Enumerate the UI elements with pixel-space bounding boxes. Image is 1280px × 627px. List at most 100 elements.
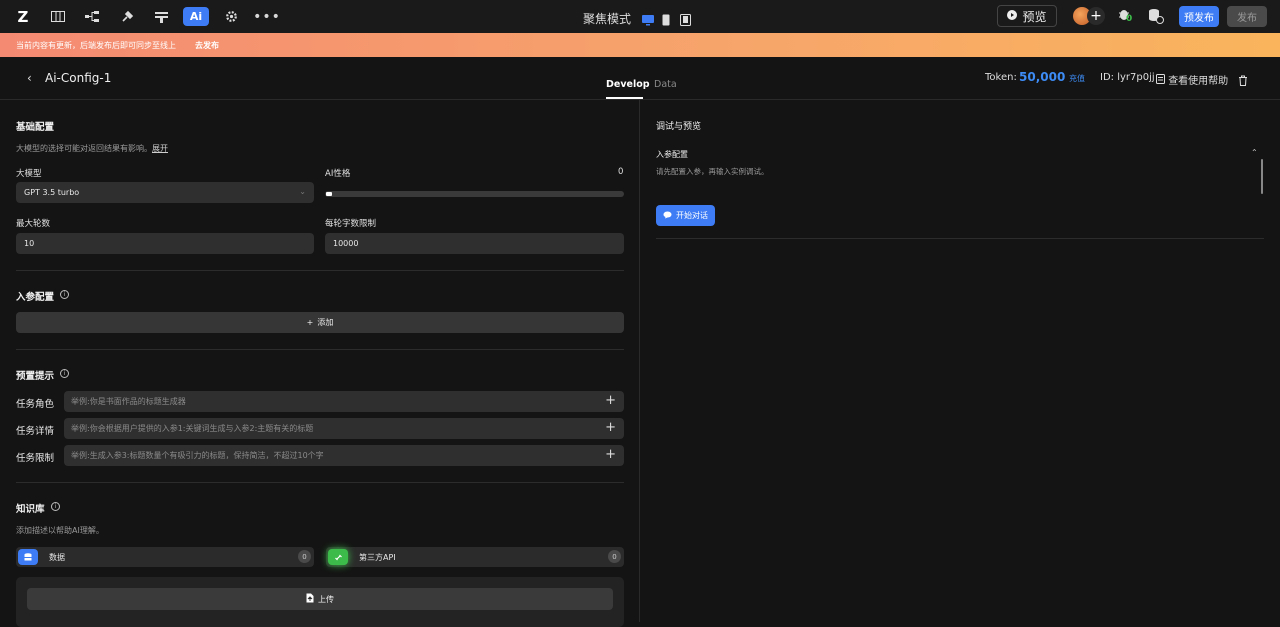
knowledge-data-count: 0 — [298, 550, 311, 563]
update-banner: 当前内容有更新，后端发布后即可同步至线上 去发布 — [0, 33, 1280, 57]
link-icon — [328, 549, 348, 565]
divider — [16, 270, 624, 271]
basic-desc-text: 大模型的选择可能对返回结果有影响。 — [16, 144, 152, 153]
token-label: Token: — [985, 72, 1017, 83]
knowledge-data-card[interactable]: 数据 0 — [16, 547, 314, 567]
more-icon[interactable]: ••• — [253, 7, 280, 26]
plugin-icon[interactable] — [114, 7, 140, 26]
publish-button[interactable]: 发布 — [1227, 6, 1267, 27]
scrollbar[interactable] — [1261, 159, 1263, 194]
prompts-title: 预置提示 — [16, 371, 55, 382]
words-input[interactable]: 10000 — [325, 233, 624, 254]
task-detail-placeholder: 举例:你会根据用户提供的入参1:关键词生成与入参2:主题有关的标题 — [71, 424, 314, 433]
debug-title: 调试与预览 — [656, 122, 702, 132]
task-limit-placeholder: 举例:生成入参3:标题数量个有吸引力的标题，保持简洁，不超过10个字 — [71, 451, 324, 460]
ai-icon[interactable]: Ai — [183, 7, 209, 26]
config-id: ID: lyr7p0jj — [1100, 72, 1155, 83]
task-role-input[interactable]: 举例:你是书面作品的标题生成器 + — [64, 391, 624, 412]
plus-icon: + — [306, 318, 314, 327]
knowledge-api-label: 第三方API — [359, 552, 396, 562]
flow-icon[interactable] — [79, 7, 105, 26]
basic-config-desc: 大模型的选择可能对返回结果有影响。展开 — [16, 143, 168, 154]
slider-handle[interactable] — [326, 192, 332, 196]
knowledge-desc: 添加描述以帮助AI理解。 — [16, 526, 104, 535]
words-label: 每轮字数限制 — [325, 219, 377, 229]
database-icon — [18, 549, 38, 565]
upload-button[interactable]: 上传 — [27, 588, 613, 610]
active-tab-indicator — [606, 97, 643, 99]
model-select[interactable]: GPT 3.5 turbo ⌄ — [16, 182, 314, 203]
model-label: 大模型 — [16, 169, 42, 179]
divider — [16, 482, 624, 483]
desktop-view-icon[interactable] — [642, 11, 654, 26]
collapse-icon[interactable]: ⌃ — [1251, 148, 1258, 157]
layout-icon[interactable] — [148, 7, 174, 26]
preview-label: 预览 — [1022, 9, 1047, 24]
add-collaborator-icon[interactable]: + — [1087, 7, 1105, 25]
task-role-placeholder: 举例:你是书面作品的标题生成器 — [71, 397, 186, 406]
tab-develop[interactable]: Develop — [606, 79, 650, 90]
debug-count: 0 — [1126, 14, 1133, 24]
info-icon[interactable]: i — [51, 502, 60, 511]
back-icon[interactable]: ‹ — [27, 71, 32, 85]
start-chat-button[interactable]: 开始对话 — [656, 205, 715, 226]
personality-label: AI性格 — [325, 169, 351, 179]
tablet-view-icon[interactable] — [680, 11, 692, 26]
knowledge-api-card[interactable]: 第三方API 0 — [326, 547, 624, 567]
knowledge-title: 知识库 — [16, 504, 45, 515]
task-detail-label: 任务详情 — [16, 426, 55, 437]
divider — [16, 349, 624, 350]
focus-mode-label[interactable]: 聚焦模式 — [583, 10, 631, 27]
basic-config-title: 基础配置 — [16, 122, 55, 133]
expand-link[interactable]: 展开 — [152, 144, 168, 153]
config-panel: 基础配置 大模型的选择可能对返回结果有影响。展开 大模型 GPT 3.5 tur… — [0, 100, 640, 627]
task-limit-input[interactable]: 举例:生成入参3:标题数量个有吸引力的标题，保持简洁，不超过10个字 + — [64, 445, 624, 466]
prepublish-button[interactable]: 预发布 — [1179, 6, 1219, 27]
debug-params-title: 入参配置 — [656, 150, 688, 159]
play-icon — [1007, 9, 1018, 23]
trash-icon[interactable] — [1238, 71, 1248, 86]
settings-icon[interactable] — [218, 7, 244, 26]
tab-data[interactable]: Data — [654, 79, 677, 90]
task-role-label: 任务角色 — [16, 399, 55, 410]
rounds-label: 最大轮数 — [16, 219, 51, 229]
start-chat-label: 开始对话 — [676, 211, 708, 220]
add-label: 添加 — [317, 318, 334, 327]
help-link[interactable]: 查看使用帮助 — [1156, 72, 1228, 87]
task-detail-input[interactable]: 举例:你会根据用户提供的入参1:关键词生成与入参2:主题有关的标题 + — [64, 418, 624, 439]
plus-icon[interactable]: + — [605, 420, 616, 435]
personality-slider[interactable] — [325, 191, 624, 197]
debug-preview-panel: 调试与预览 入参配置 ⌃ 请先配置入参，再输入实例调试。 开始对话 — [640, 100, 1280, 622]
help-doc-icon — [1156, 74, 1168, 87]
task-limit-label: 任务限制 — [16, 453, 55, 464]
token-value: 50,000 — [1019, 70, 1066, 84]
page-header: ‹ Ai-Config-1 Develop Data Token: 50,000… — [0, 57, 1280, 100]
chevron-down-icon: ⌄ — [299, 187, 306, 196]
info-icon[interactable]: i — [60, 290, 69, 299]
plus-icon[interactable]: + — [605, 447, 616, 462]
add-param-button[interactable]: + 添加 — [16, 312, 624, 333]
knowledge-api-count: 0 — [608, 550, 621, 563]
banner-text: 当前内容有更新，后端发布后即可同步至线上 — [16, 40, 176, 50]
upload-label: 上传 — [318, 594, 334, 604]
help-label: 查看使用帮助 — [1168, 76, 1229, 87]
upload-area: 上传 — [16, 577, 624, 627]
logo-icon[interactable]: Z — [10, 7, 36, 26]
model-value: GPT 3.5 turbo — [24, 188, 80, 197]
divider — [656, 238, 1264, 239]
recharge-link[interactable]: 充值 — [1069, 73, 1085, 84]
database-icon[interactable] — [1148, 8, 1164, 28]
debug-hint: 请先配置入参，再输入实例调试。 — [656, 167, 769, 176]
rounds-input[interactable]: 10 — [16, 233, 314, 254]
preview-button[interactable]: 预览 — [997, 5, 1057, 27]
page-title: Ai-Config-1 — [45, 71, 112, 85]
go-publish-link[interactable]: 去发布 — [195, 40, 219, 51]
chat-bubble-icon — [663, 211, 672, 221]
plus-icon[interactable]: + — [605, 393, 616, 408]
file-icon — [306, 593, 314, 605]
info-icon[interactable]: i — [60, 369, 69, 378]
pages-icon[interactable] — [45, 7, 71, 26]
personality-value: 0 — [618, 167, 624, 177]
knowledge-data-label: 数据 — [49, 552, 65, 562]
mobile-view-icon[interactable] — [662, 11, 674, 26]
